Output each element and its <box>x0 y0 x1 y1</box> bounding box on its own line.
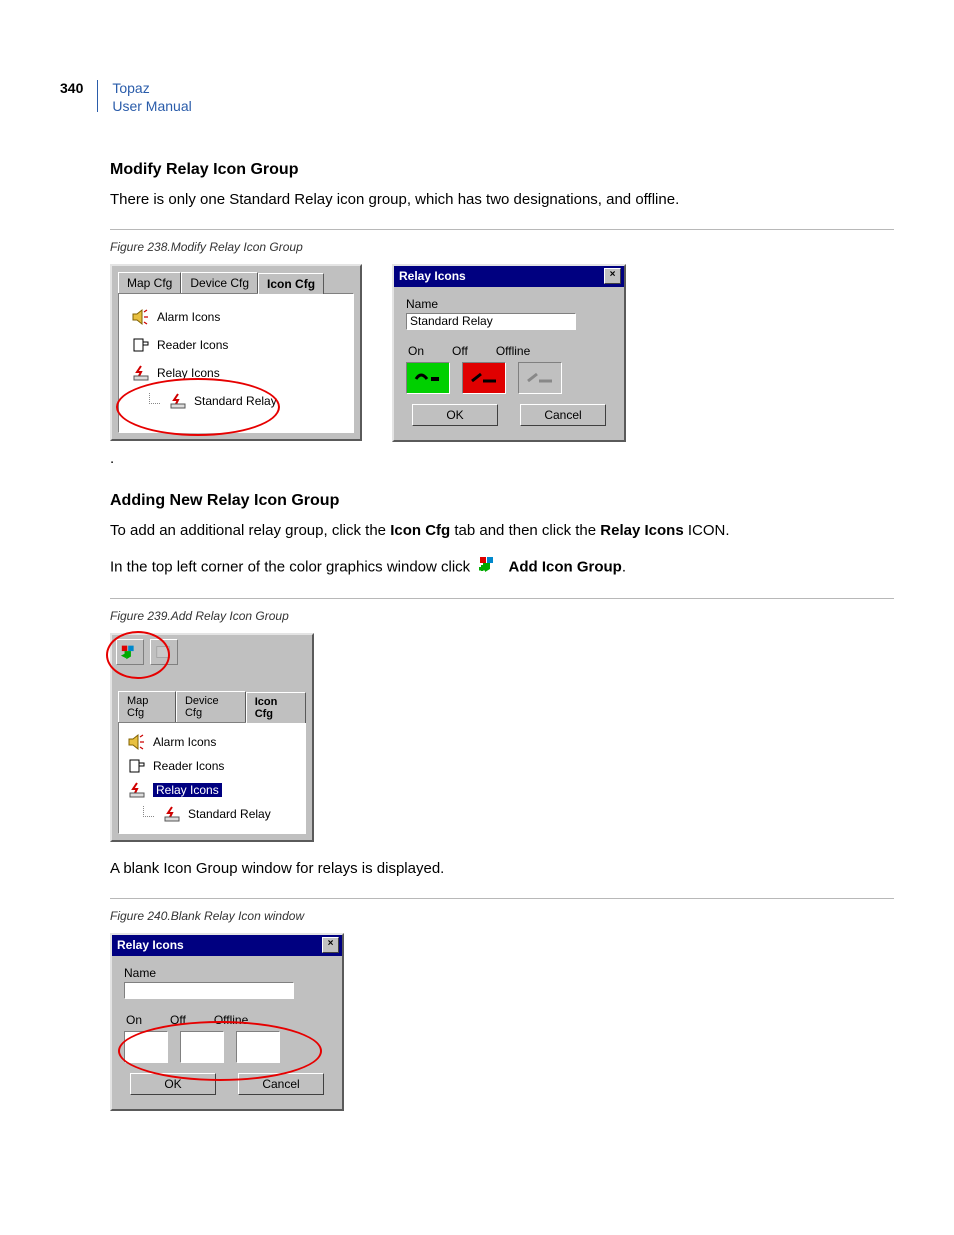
icon-on-preview[interactable] <box>124 1031 168 1063</box>
relay-icon <box>162 805 182 823</box>
name-input[interactable] <box>406 313 576 330</box>
name-label: Name <box>124 966 330 980</box>
tree-standard-relay[interactable]: Standard Relay <box>161 392 345 410</box>
name-input[interactable] <box>124 982 294 999</box>
page-number: 340 <box>60 80 83 96</box>
icon-tree: Alarm Icons Reader Icons Relay Icons Sta… <box>118 722 306 834</box>
dialog-title: Relay Icons <box>399 269 466 283</box>
rule <box>110 229 894 230</box>
header-divider <box>97 80 98 112</box>
tree-connector <box>143 806 154 817</box>
product-name: Topaz <box>112 80 191 98</box>
col-offline: Offline <box>214 1013 248 1027</box>
col-on: On <box>126 1013 142 1027</box>
icon-off-preview[interactable] <box>462 362 506 394</box>
toolbar-button-disabled <box>150 639 178 665</box>
tree-label: Standard Relay <box>188 807 271 821</box>
section1-paragraph: There is only one Standard Relay icon gr… <box>110 189 894 211</box>
section2-paragraph2: In the top left corner of the color grap… <box>110 555 894 580</box>
relay-icon <box>168 392 188 410</box>
tree-label: Relay Icons <box>157 366 220 380</box>
add-icon-group-icon <box>478 555 500 580</box>
tree-label: Reader Icons <box>157 338 228 352</box>
tree-connector <box>149 393 160 404</box>
speaker-icon <box>131 308 151 326</box>
relay-icons-dialog: Relay Icons × Name On Off Offline <box>392 264 626 442</box>
tree-label-selected: Relay Icons <box>153 783 222 797</box>
close-icon[interactable]: × <box>604 268 621 284</box>
page-header: 340 Topaz User Manual <box>60 80 894 115</box>
relay-icons-dialog-blank: Relay Icons × Name On Off Offline OK Can… <box>110 933 344 1111</box>
reader-icon <box>131 336 151 354</box>
cancel-button[interactable]: Cancel <box>238 1073 324 1095</box>
figure238-caption: Figure 238.Modify Relay Icon Group <box>110 240 894 254</box>
name-label: Name <box>406 297 612 311</box>
tree-reader-icons[interactable]: Reader Icons <box>127 757 299 775</box>
stray-period: . <box>110 448 894 470</box>
ok-button[interactable]: OK <box>412 404 498 426</box>
add-icon-group-button[interactable] <box>116 639 144 665</box>
rule <box>110 598 894 599</box>
cancel-button[interactable]: Cancel <box>520 404 606 426</box>
tree-label: Alarm Icons <box>157 310 220 324</box>
speaker-icon <box>127 733 147 751</box>
tree-alarm-icons[interactable]: Alarm Icons <box>127 733 299 751</box>
icon-on-preview[interactable] <box>406 362 450 394</box>
relay-icon <box>127 781 147 799</box>
section-heading-add: Adding New Relay Icon Group <box>110 492 894 510</box>
icon-offline-preview[interactable] <box>518 362 562 394</box>
relay-icon <box>131 364 151 382</box>
icon-config-panel: Map Cfg Device Cfg Icon Cfg Alarm Icons … <box>110 264 362 441</box>
rule <box>110 898 894 899</box>
reader-icon <box>127 757 147 775</box>
section2-paragraph1: To add an additional relay group, click … <box>110 520 894 542</box>
tree-label: Reader Icons <box>153 759 224 773</box>
ok-button[interactable]: OK <box>130 1073 216 1095</box>
tab-map-cfg[interactable]: Map Cfg <box>118 272 181 293</box>
close-icon[interactable]: × <box>322 937 339 953</box>
col-offline: Offline <box>496 344 530 358</box>
section-heading-modify: Modify Relay Icon Group <box>110 161 894 179</box>
col-off: Off <box>170 1013 186 1027</box>
icon-tree: Alarm Icons Reader Icons Relay Icons <box>118 293 354 433</box>
add-relay-panel: Map Cfg Device Cfg Icon Cfg Alarm Icons … <box>110 633 314 842</box>
tree-label: Alarm Icons <box>153 735 216 749</box>
tree-standard-relay[interactable]: Standard Relay <box>155 805 299 823</box>
figure240-caption: Figure 240.Blank Relay Icon window <box>110 909 894 923</box>
icon-off-preview[interactable] <box>180 1031 224 1063</box>
figure239-caption: Figure 239.Add Relay Icon Group <box>110 609 894 623</box>
icon-offline-preview[interactable] <box>236 1031 280 1063</box>
dialog-title: Relay Icons <box>117 938 184 952</box>
tree-label: Standard Relay <box>194 394 277 408</box>
tab-map-cfg[interactable]: Map Cfg <box>118 691 176 722</box>
col-off: Off <box>452 344 468 358</box>
tab-device-cfg[interactable]: Device Cfg <box>176 691 246 722</box>
tree-relay-icons[interactable]: Relay Icons <box>127 781 299 799</box>
tree-alarm-icons[interactable]: Alarm Icons <box>131 308 345 326</box>
tab-device-cfg[interactable]: Device Cfg <box>181 272 258 293</box>
tab-icon-cfg[interactable]: Icon Cfg <box>246 692 306 723</box>
section3-paragraph: A blank Icon Group window for relays is … <box>110 858 894 880</box>
tree-reader-icons[interactable]: Reader Icons <box>131 336 345 354</box>
doc-name: User Manual <box>112 98 191 116</box>
tab-icon-cfg[interactable]: Icon Cfg <box>258 273 324 294</box>
col-on: On <box>408 344 424 358</box>
tree-relay-icons[interactable]: Relay Icons <box>131 364 345 382</box>
